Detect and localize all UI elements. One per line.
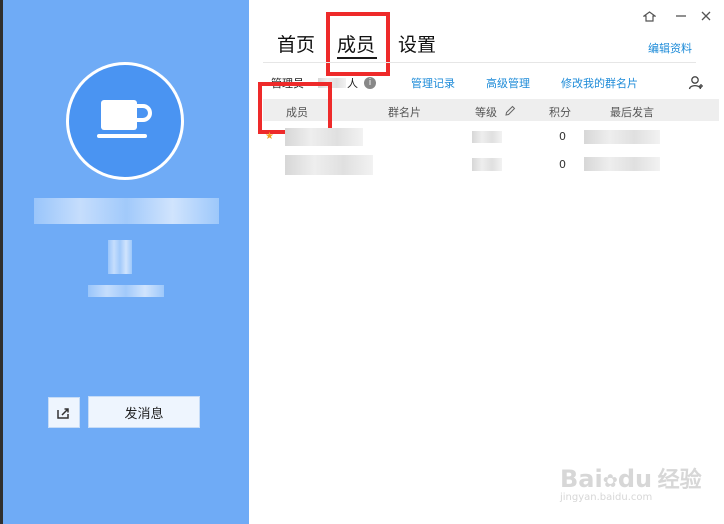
- group-info-blurred: [88, 285, 164, 297]
- column-level[interactable]: 等级: [475, 104, 497, 120]
- baidu-jingyan-watermark: Bai✿du 经验 jingyan.baidu.com: [560, 465, 702, 503]
- tab-divider: [263, 62, 696, 63]
- minimize-button[interactable]: [673, 8, 689, 24]
- paw-icon: ✿: [602, 471, 618, 492]
- close-icon: [701, 11, 711, 21]
- coffee-cup-icon: [97, 100, 152, 138]
- add-member-button[interactable]: [688, 75, 704, 91]
- member-last-speak-blurred: [584, 157, 660, 171]
- edit-card-link[interactable]: 修改我的群名片: [561, 75, 638, 91]
- share-button[interactable]: [48, 397, 80, 428]
- group-avatar[interactable]: [66, 62, 184, 180]
- tab-home[interactable]: 首页: [277, 30, 315, 57]
- advanced-manage-link[interactable]: 高级管理: [486, 75, 530, 91]
- admin-star-icon: ★: [265, 131, 274, 142]
- member-points: 0: [559, 130, 566, 143]
- skin-button[interactable]: [641, 8, 657, 24]
- group-name-blurred: [34, 198, 219, 224]
- info-icon[interactable]: i: [364, 77, 376, 89]
- send-message-button[interactable]: 发消息: [88, 396, 200, 428]
- minimize-icon: [676, 15, 686, 17]
- pencil-icon[interactable]: [504, 105, 516, 117]
- highlight-box-members-tab: [326, 12, 390, 76]
- group-id-blurred: [108, 240, 132, 274]
- member-points: 0: [559, 158, 566, 171]
- member-level-blurred: [472, 158, 502, 171]
- table-row[interactable]: ★ 0: [263, 126, 719, 148]
- member-level-blurred: [472, 131, 502, 143]
- member-name-blurred: [285, 128, 363, 146]
- table-row[interactable]: 0: [263, 154, 719, 176]
- tab-settings[interactable]: 设置: [398, 30, 436, 57]
- close-button[interactable]: [698, 8, 714, 24]
- window-edge: [0, 0, 3, 524]
- add-member-icon: [688, 76, 703, 90]
- column-card-name[interactable]: 群名片: [388, 104, 421, 120]
- edit-profile-link[interactable]: 编辑资料: [648, 40, 692, 56]
- member-name-blurred: [285, 155, 373, 175]
- column-last-speak[interactable]: 最后发言: [610, 104, 654, 120]
- manage-log-link[interactable]: 管理记录: [411, 75, 455, 91]
- member-last-speak-blurred: [584, 130, 660, 144]
- share-icon: [57, 407, 69, 419]
- column-points[interactable]: 积分: [549, 104, 571, 120]
- admin-count-suffix: 人: [347, 77, 358, 90]
- skin-icon: [642, 10, 656, 22]
- group-avatar-image: [69, 65, 181, 177]
